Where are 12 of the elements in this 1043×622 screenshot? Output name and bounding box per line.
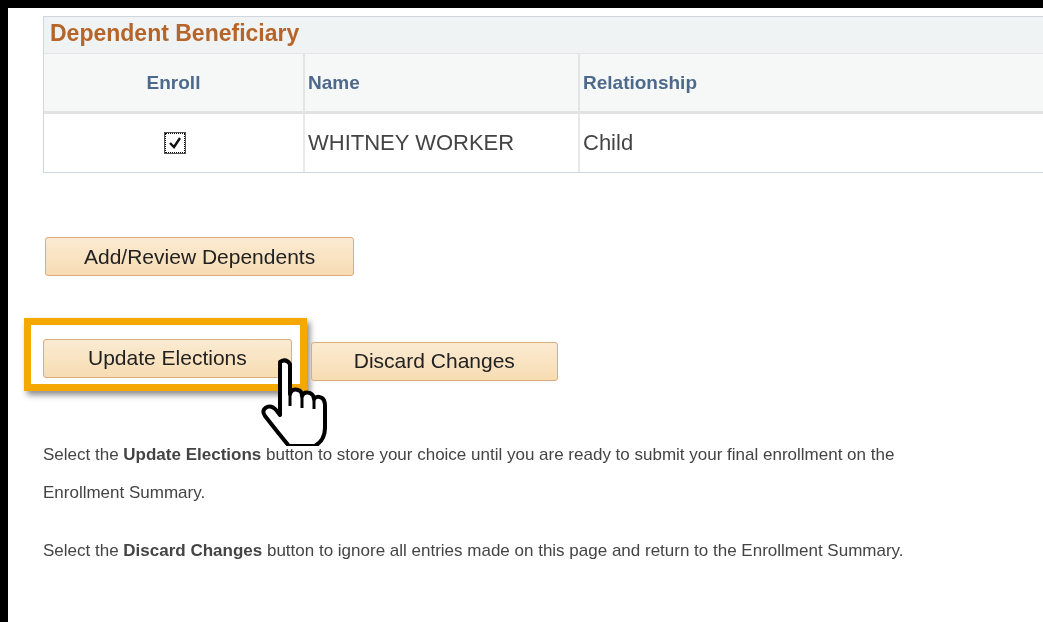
enroll-checkbox[interactable] (165, 133, 185, 153)
column-header: Relationship (578, 54, 1043, 114)
column-header: Enroll (44, 54, 303, 114)
action-button[interactable]: Update Elections (43, 338, 292, 378)
add-review-dependents-button[interactable]: Add/Review Dependents (45, 237, 355, 276)
table-cell: Child (578, 114, 1043, 172)
action-button[interactable]: Discard Changes (310, 341, 558, 381)
instruction-text: Select the Update Elections button to store your choice until you are ready to submit your final enrollment on the Enrollment Summary. (43, 444, 896, 504)
instruction-text: Select the Discard Changes button to ignore all entries made on this page and return to the Enrollment Summary. (43, 540, 905, 562)
section-title: Dependent Beneficiary (44, 17, 1043, 54)
column-header: Name (303, 54, 578, 114)
table-cell: WHITNEY WORKER (303, 114, 578, 172)
